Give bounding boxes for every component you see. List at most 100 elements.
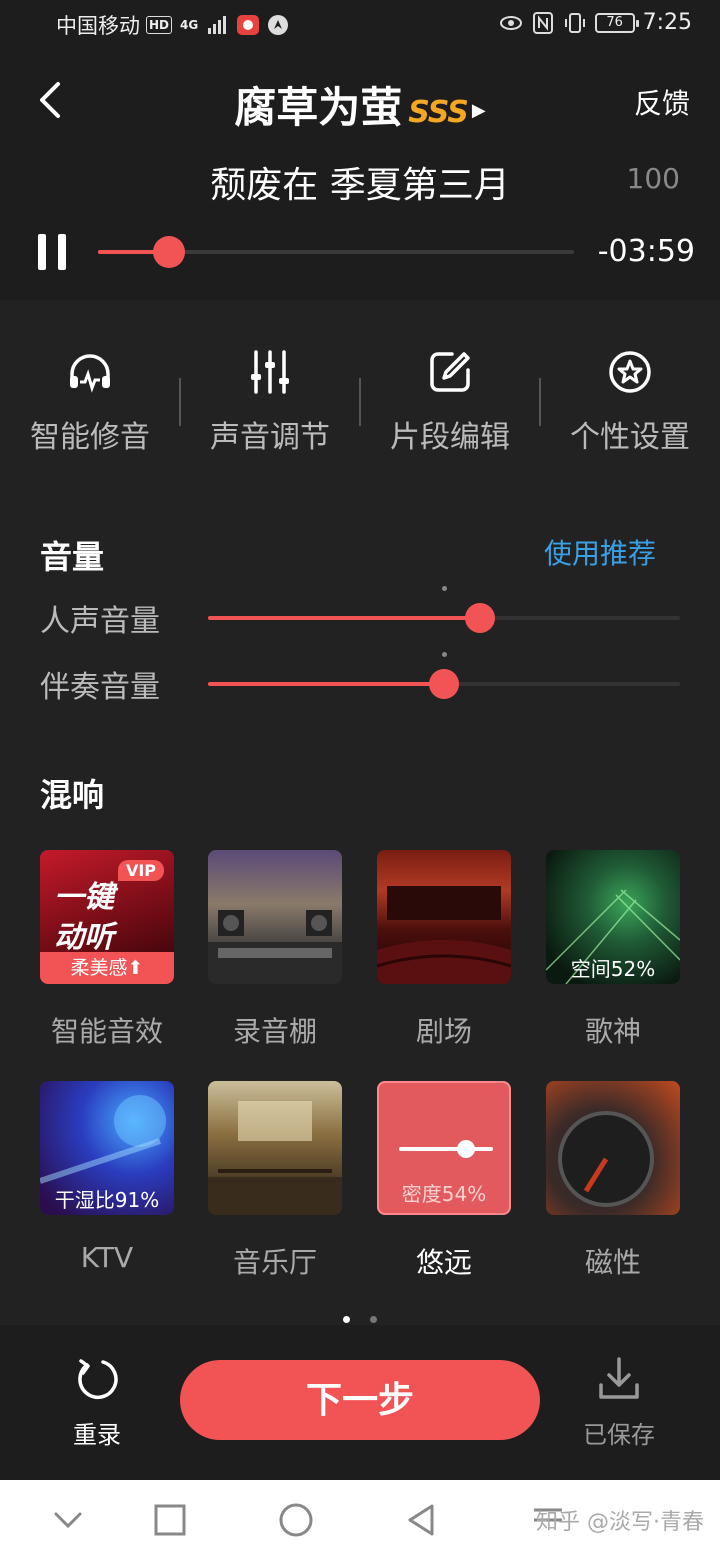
use-recommended-link[interactable]: 使用推荐	[544, 532, 656, 572]
reverb-label: 智能音效	[50, 1015, 163, 1048]
compass-icon	[268, 15, 289, 35]
nfc-icon	[532, 11, 553, 34]
pause-bar-right	[58, 234, 66, 270]
vocal-volume-label: 人声音量	[40, 604, 160, 639]
vocal-volume-row: 人声音量	[40, 586, 680, 639]
network-badge: 4G	[180, 18, 199, 32]
play-triangle-icon: ▶	[471, 100, 486, 121]
score-rank-tag: SSS	[408, 95, 469, 130]
recents-square-icon[interactable]	[150, 1500, 190, 1540]
tool-tabs: 智能修音 声音调节 片段编辑 个性设置	[0, 348, 720, 458]
home-circle-icon[interactable]	[276, 1500, 316, 1540]
thumb-strip: 柔美感⬆	[40, 952, 174, 984]
thumb-caption: 一键 动听	[54, 880, 114, 955]
reverb-label: 悠远	[415, 1246, 472, 1279]
player-header: 腐草为萤 SSS ▶ 反馈 颓废在 季夏第三月 100 -03:59	[0, 50, 720, 300]
hd-badge: HD	[146, 16, 173, 34]
tool-personal-settings[interactable]: 个性设置	[539, 348, 720, 458]
song-title-text: 腐草为萤	[234, 83, 403, 132]
feedback-button[interactable]: 反馈	[634, 82, 690, 122]
reverb-param-overlay: 密度54%	[401, 1182, 487, 1206]
reverb-label: 剧场	[415, 1015, 472, 1048]
reverb-concert-hall[interactable]: 音乐厅	[208, 1081, 342, 1281]
reverb-label: 录音棚	[232, 1015, 317, 1048]
edit-panel: 智能修音 声音调节 片段编辑 个性设置 音量 使用推荐 人声音量 伴奏音量 混响…	[0, 300, 720, 1325]
reverb-theater[interactable]: 剧场	[377, 850, 511, 1050]
accomp-default-marker	[442, 652, 447, 657]
page-dot	[370, 1316, 377, 1323]
saved-button[interactable]: 已保存	[574, 1355, 664, 1450]
reverb-param-overlay: 空间52%	[570, 957, 656, 981]
edit-icon	[430, 352, 470, 392]
playback-progress[interactable]	[98, 236, 574, 268]
accomp-volume-slider[interactable]	[208, 652, 680, 699]
pause-button[interactable]	[38, 234, 66, 270]
status-bar: 中国移动 HD 4G 76 7:25	[0, 0, 720, 50]
magnetic-knob-image	[558, 1111, 654, 1207]
tool-segment-edit[interactable]: 片段编辑	[359, 348, 540, 458]
reverb-density-handle[interactable]	[457, 1140, 475, 1158]
clock: 7:25	[642, 10, 692, 35]
page-dot-active	[343, 1316, 350, 1323]
reverb-smart-effect[interactable]: VIP 一键 动听 柔美感⬆ 智能音效	[40, 850, 174, 1050]
reverb-label: 磁性	[584, 1246, 641, 1279]
reverb-thumbnail: VIP 一键 动听 柔美感⬆	[40, 850, 174, 984]
re-record-label: 重录	[73, 1421, 121, 1449]
signal-icon	[208, 16, 227, 34]
reverb-section-title: 混响	[40, 776, 105, 814]
divider	[539, 378, 541, 426]
star-gear-icon	[609, 351, 651, 393]
reverb-thumbnail	[377, 850, 511, 984]
back-triangle-icon[interactable]	[402, 1500, 442, 1540]
accomp-volume-fill	[208, 682, 444, 686]
vip-badge: VIP	[117, 860, 164, 881]
battery-indicator: 76	[594, 12, 639, 33]
volume-section-title: 音量	[40, 538, 105, 576]
reverb-distant[interactable]: 密度54% 悠远	[377, 1081, 511, 1281]
reverb-thumbnail: 密度54%	[377, 1081, 511, 1215]
accomp-volume-label: 伴奏音量	[40, 670, 160, 705]
theater-seats-image	[377, 886, 511, 984]
reverb-label: KTV	[80, 1241, 134, 1274]
reverb-thumbnail: 干湿比91%	[40, 1081, 174, 1215]
vocal-volume-slider[interactable]	[208, 586, 680, 633]
vocal-volume-handle[interactable]	[464, 603, 495, 633]
reverb-magnetic[interactable]: 磁性	[546, 1081, 680, 1281]
reverb-label: 歌神	[584, 1015, 641, 1048]
tool-label: 声音调节	[210, 420, 330, 455]
song-title[interactable]: 腐草为萤 SSS ▶	[0, 74, 720, 135]
divider	[179, 378, 181, 426]
tool-sound-adjust[interactable]: 声音调节	[179, 348, 360, 458]
refresh-icon	[78, 1359, 118, 1400]
tool-label: 片段编辑	[390, 420, 510, 455]
saved-label: 已保存	[583, 1421, 655, 1449]
tool-label: 个性设置	[570, 420, 690, 455]
reverb-ktv[interactable]: 干湿比91% KTV	[40, 1081, 174, 1274]
accomp-volume-row: 伴奏音量	[40, 652, 680, 705]
reverb-density-slider[interactable]	[399, 1140, 493, 1158]
collapse-chevron-icon[interactable]	[48, 1500, 88, 1540]
action-bar: 重录 下一步 已保存	[0, 1325, 720, 1480]
watermark: 知乎 @淡写·青春	[536, 1510, 704, 1535]
app-notification-icon	[237, 15, 260, 35]
tool-label: 智能修音	[30, 420, 150, 455]
studio-console-image	[208, 910, 342, 984]
pause-bar-left	[38, 234, 46, 270]
vibrate-icon	[564, 12, 585, 33]
tool-smart-tune[interactable]: 智能修音	[0, 348, 180, 458]
playback-progress-handle[interactable]	[153, 236, 186, 268]
reverb-label: 音乐厅	[232, 1246, 317, 1279]
reverb-thumbnail: 空间52%	[546, 850, 680, 984]
vocal-default-marker	[442, 586, 447, 591]
download-icon	[599, 1357, 639, 1399]
eye-comfort-icon	[499, 15, 522, 30]
next-step-button[interactable]: 下一步	[180, 1360, 540, 1440]
carrier-name: 中国移动	[56, 14, 140, 38]
reverb-studio[interactable]: 录音棚	[208, 850, 342, 1050]
reverb-singer[interactable]: 空间52% 歌神	[546, 850, 680, 1050]
re-record-button[interactable]: 重录	[54, 1355, 140, 1450]
reverb-thumbnail	[208, 1081, 342, 1215]
accomp-volume-handle[interactable]	[429, 669, 459, 699]
time-remaining: -03:59	[597, 234, 695, 269]
reverb-thumbnail	[208, 850, 342, 984]
